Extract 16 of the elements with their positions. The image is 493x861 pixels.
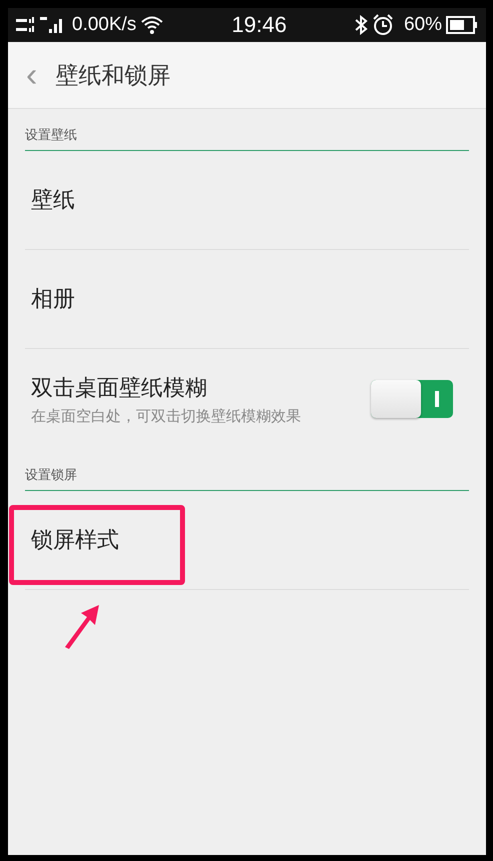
setting-description: 在桌面空白处，可双击切换壁纸模糊效果 xyxy=(30,406,302,426)
toggle-switch[interactable] xyxy=(371,380,453,418)
section-title: 设置壁纸 xyxy=(25,127,77,144)
bluetooth-icon xyxy=(354,15,368,35)
menu-item[interactable]: 相册 xyxy=(25,284,75,314)
battery-percent: 60% xyxy=(404,14,442,36)
menu-item[interactable]: 锁屏样式 xyxy=(25,525,119,555)
battery-icon xyxy=(446,16,478,34)
wifi-icon xyxy=(140,15,164,35)
alarm-clock-icon xyxy=(372,14,394,36)
section-title: 设置锁屏 xyxy=(25,467,77,484)
page-title: 壁纸和锁屏 xyxy=(55,62,170,90)
setting-label: 双击桌面壁纸模糊 xyxy=(30,374,208,402)
menu-item[interactable]: 壁纸 xyxy=(25,185,75,215)
clock-time: 19:46 xyxy=(232,12,287,38)
network-speed: 0.00K/s xyxy=(72,14,136,36)
